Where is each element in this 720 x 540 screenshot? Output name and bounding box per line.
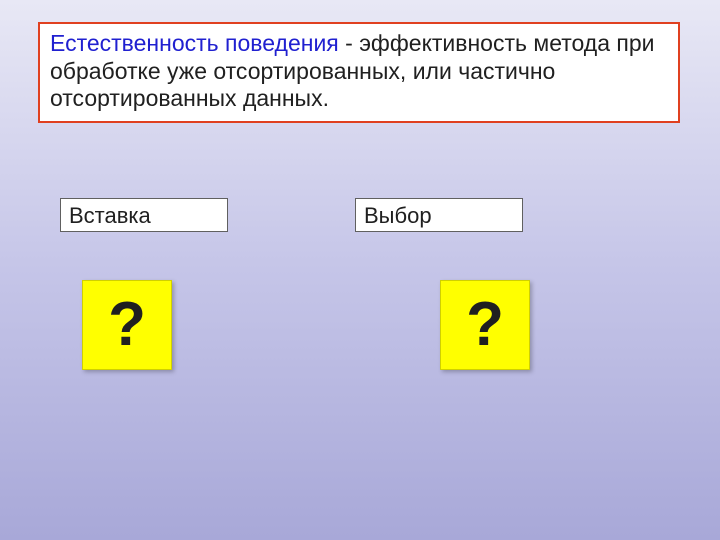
question-box-left[interactable]: ? bbox=[82, 280, 172, 370]
question-mark-icon: ? bbox=[466, 294, 504, 356]
question-box-right[interactable]: ? bbox=[440, 280, 530, 370]
label-insertion-text: Вставка bbox=[69, 203, 151, 228]
definition-term: Естественность поведения bbox=[50, 30, 339, 56]
label-insertion: Вставка bbox=[60, 198, 228, 232]
label-selection-text: Выбор bbox=[364, 203, 432, 228]
question-mark-icon: ? bbox=[108, 294, 146, 356]
definition-box: Естественность поведения - эффективность… bbox=[38, 22, 680, 123]
label-selection: Выбор bbox=[355, 198, 523, 232]
